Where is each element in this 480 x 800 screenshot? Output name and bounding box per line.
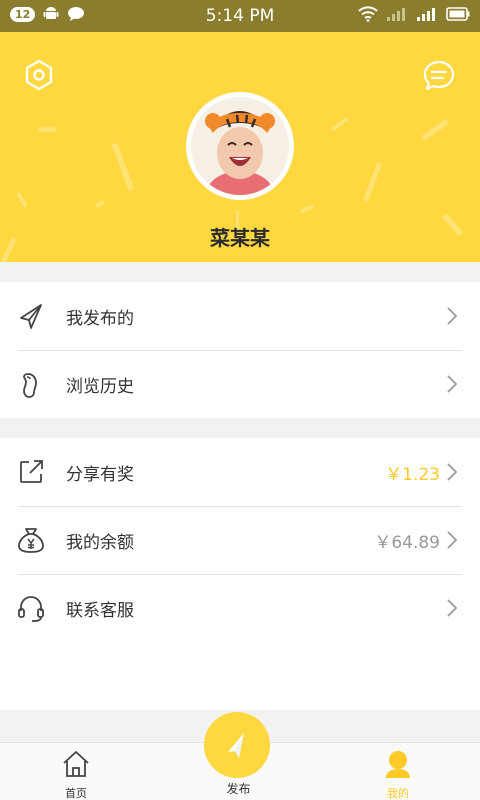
send-icon xyxy=(20,304,42,329)
confetti xyxy=(330,116,350,132)
battery-icon xyxy=(446,7,470,21)
menu-item-label: 浏览历史 xyxy=(66,376,134,397)
signal-weak-icon xyxy=(387,8,405,21)
menu-group-primary: 我发布的 浏览历史 xyxy=(0,282,480,418)
chevron-right-icon xyxy=(447,463,458,481)
confetti xyxy=(299,204,315,214)
user-icon xyxy=(386,751,410,778)
confetti xyxy=(38,127,56,132)
menu-item-label: 我的余额 xyxy=(66,532,134,553)
publish-button[interactable] xyxy=(204,712,270,778)
menu-group-secondary: 分享有奖 ￥1.23 我的余额 ￥64.89 联系客服 xyxy=(0,438,480,710)
home-icon xyxy=(63,751,89,777)
confetti xyxy=(94,199,106,209)
money-bag-icon xyxy=(18,528,44,553)
chevron-right-icon xyxy=(447,307,458,325)
menu-item-label: 联系客服 xyxy=(66,600,134,621)
confetti xyxy=(420,118,450,142)
share-icon xyxy=(20,460,43,483)
signal-icon xyxy=(417,8,435,21)
publish-label[interactable]: 发布 xyxy=(226,780,250,797)
headset-icon xyxy=(18,596,44,622)
confetti xyxy=(16,192,28,208)
status-bar: 12 5:14 PM xyxy=(0,0,480,32)
menu-item-label: 分享有奖 xyxy=(66,464,134,485)
menu-item-history[interactable]: 浏览历史 xyxy=(0,350,480,418)
balance-amount: ￥64.89 xyxy=(374,532,440,553)
chevron-right-icon xyxy=(447,599,458,617)
menu-item-label: 我发布的 xyxy=(66,308,134,329)
settings-icon[interactable] xyxy=(22,58,56,92)
username: 菜某某 xyxy=(210,226,270,250)
menu-item-balance[interactable]: 我的余额 ￥64.89 xyxy=(0,506,480,574)
menu-item-share-reward[interactable]: 分享有奖 ￥1.23 xyxy=(0,438,480,506)
share-reward-amount: ￥1.23 xyxy=(385,464,440,485)
wifi-icon xyxy=(358,6,378,22)
chevron-right-icon xyxy=(447,531,458,549)
avatar-image xyxy=(191,97,289,195)
confetti xyxy=(111,142,135,192)
profile-header: 菜某某 xyxy=(0,32,480,262)
publish-label-wrap: 发布 xyxy=(0,780,480,797)
chevron-right-icon xyxy=(447,375,458,393)
paper-plane-icon xyxy=(228,733,244,758)
avatar[interactable] xyxy=(186,92,294,200)
message-icon[interactable] xyxy=(422,58,456,92)
confetti xyxy=(363,162,382,202)
menu-item-my-posts[interactable]: 我发布的 xyxy=(0,282,480,350)
menu-item-customer-service[interactable]: 联系客服 xyxy=(0,574,480,642)
footprint-icon xyxy=(23,373,37,398)
